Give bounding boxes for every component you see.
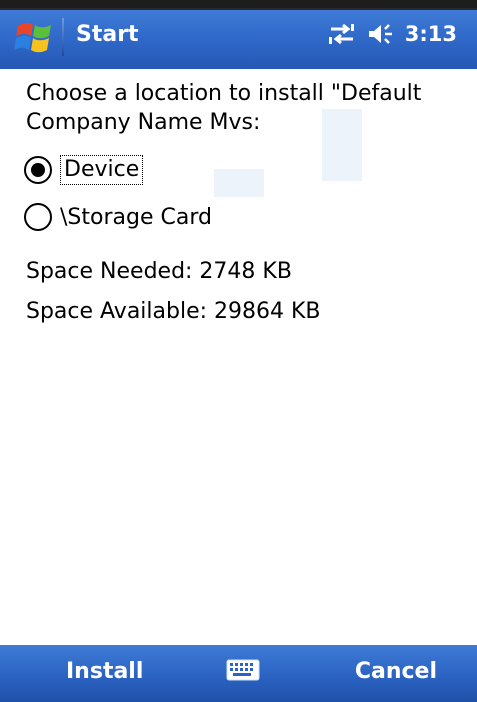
menu-bar: Install Cancel	[0, 645, 477, 702]
device-radio[interactable]	[24, 156, 52, 184]
status-area: 3:13	[327, 22, 457, 46]
pocketpc-screen: Start 3:13 Choose a location to install …	[0, 0, 477, 702]
install-prompt: Choose a location to install "Default Co…	[26, 81, 422, 135]
install-softkey[interactable]: Install	[66, 659, 143, 684]
top-strip	[0, 0, 477, 8]
option-storage-card[interactable]: \Storage Card	[24, 203, 212, 231]
title-divider	[62, 18, 64, 56]
device-label[interactable]: Device	[60, 155, 144, 185]
clock-time[interactable]: 3:13	[405, 22, 457, 46]
keyboard-icon[interactable]	[226, 657, 260, 683]
storage-card-radio[interactable]	[24, 203, 52, 231]
option-device[interactable]: Device	[24, 155, 144, 185]
connectivity-icon[interactable]	[327, 22, 357, 46]
cancel-softkey[interactable]: Cancel	[355, 659, 437, 684]
space-available: Space Available: 29864 KB	[26, 299, 321, 324]
windows-start-logo-icon[interactable]	[14, 20, 54, 56]
volume-icon[interactable]	[367, 22, 395, 46]
install-location-panel: Choose a location to install "Default Co…	[0, 69, 477, 645]
storage-card-label[interactable]: \Storage Card	[60, 205, 212, 230]
title-start-label[interactable]: Start	[76, 22, 139, 47]
title-bar: Start 3:13	[0, 0, 477, 69]
space-needed: Space Needed: 2748 KB	[26, 259, 292, 284]
background-artifact	[214, 169, 264, 197]
